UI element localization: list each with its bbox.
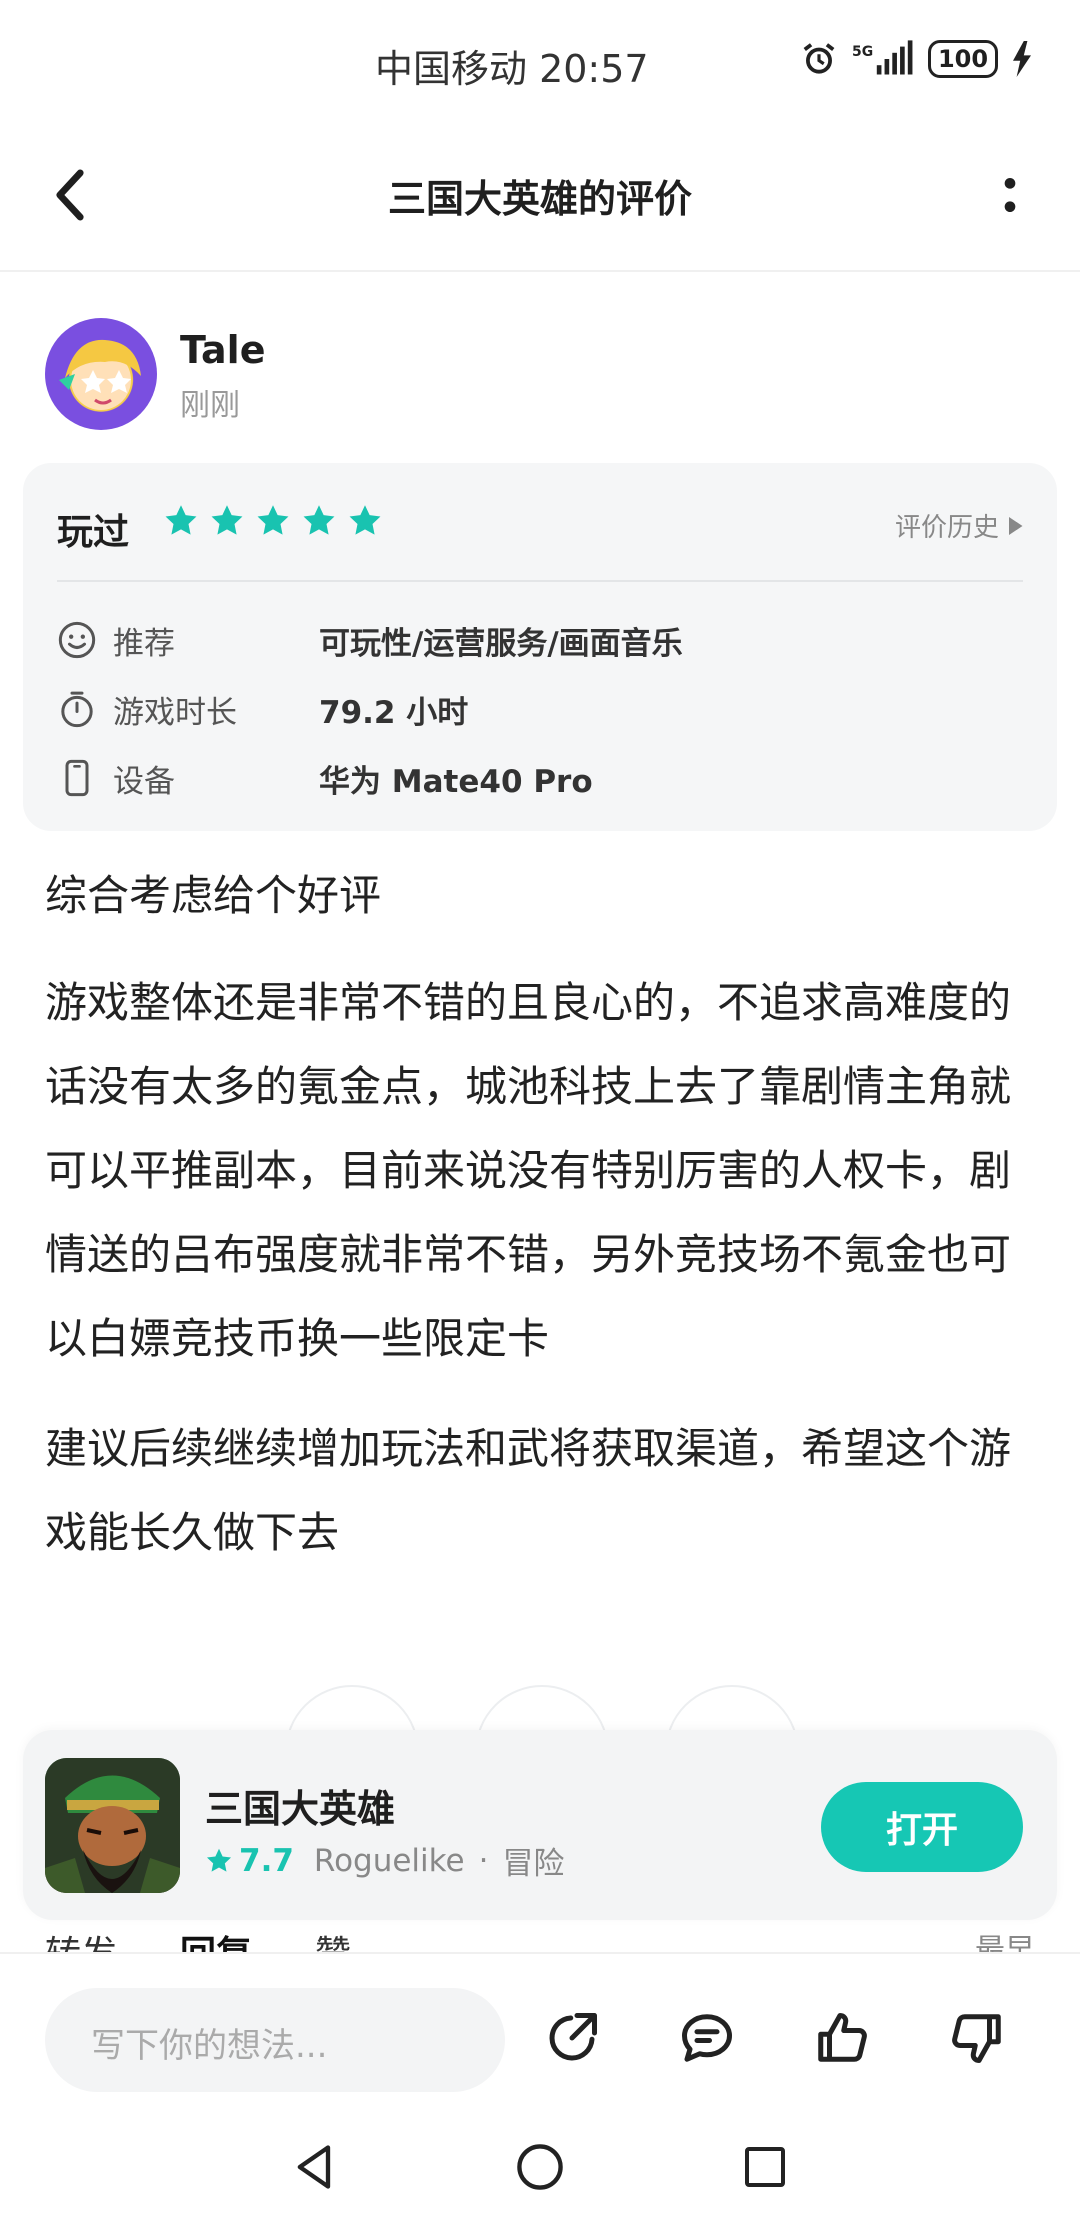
- nav-back-button[interactable]: [280, 2132, 350, 2202]
- game-app-card[interactable]: 三国大英雄 7.7 Roguelike · 冒险 打开: [23, 1730, 1057, 1920]
- rating-stars: [163, 503, 383, 539]
- review-history-label: 评价历史: [894, 513, 999, 543]
- tab-like[interactable]: 赞: [315, 1925, 351, 1953]
- card-divider: [57, 580, 1023, 582]
- review-info-card: 玩过 评价历史 推荐 可玩性/运营服务/画面音乐 游戏时长 79.2 小时 设备…: [23, 463, 1057, 831]
- playtime-label: 游戏时长: [113, 694, 237, 731]
- system-nav-bar: [0, 2102, 1080, 2228]
- tag-separator: ·: [478, 1842, 489, 1879]
- signal-5g-icon: 5G: [852, 40, 913, 75]
- review-paragraph: 游戏整体还是非常不错的且良心的，不追求高难度的话没有太多的氪金点，城池科技上去了…: [45, 978, 1012, 1363]
- recommend-label: 推荐: [113, 625, 175, 662]
- device-value: 华为 Mate40 Pro: [319, 763, 593, 800]
- sort-toggle[interactable]: 最早: [975, 1925, 1035, 1953]
- avatar-character-icon: [59, 339, 141, 410]
- tab-reply[interactable]: 回复: [180, 1925, 252, 1953]
- game-tag: 冒险: [502, 1846, 565, 1882]
- nav-home-button[interactable]: [505, 2132, 575, 2202]
- dislike-button[interactable]: [945, 2006, 1009, 2070]
- comment-bar: 写下你的想法...: [0, 1952, 1080, 2104]
- recommend-row: 推荐 可玩性/运营服务/画面音乐: [57, 615, 683, 665]
- star-icon: [349, 505, 381, 535]
- top-app-bar: 三国大英雄的评价: [0, 120, 1080, 272]
- star-icon: [165, 505, 197, 535]
- nav-recents-button[interactable]: [730, 2132, 800, 2202]
- smile-icon: [58, 621, 96, 659]
- review-paragraph: 综合考虑给个好评: [45, 871, 382, 920]
- more-options-button[interactable]: [980, 160, 1040, 230]
- svg-text:5G: 5G: [852, 44, 873, 60]
- charging-icon: [1013, 41, 1031, 77]
- username[interactable]: Tale: [180, 328, 265, 372]
- status-bar: 中国移动 20:57 5G 100: [0, 0, 1080, 120]
- guan-yu-portrait-icon: [45, 1758, 180, 1893]
- comment-button[interactable]: [675, 2006, 739, 2070]
- played-label: 玩过: [57, 512, 130, 553]
- triangle-back-icon: [297, 2145, 331, 2189]
- post-time: 刚刚: [180, 388, 240, 423]
- game-score: 7.7: [239, 1842, 294, 1879]
- star-icon: [303, 505, 335, 535]
- recommend-value: 可玩性/运营服务/画面音乐: [319, 625, 683, 662]
- circle-home-icon: [517, 2144, 563, 2190]
- carrier-time: 中国移动 20:57: [375, 47, 649, 91]
- review-paragraph: 建议后续继续增加玩法和武将获取渠道，希望这个游戏能长久做下去: [45, 1424, 1012, 1557]
- star-icon: [206, 1848, 232, 1872]
- avatar[interactable]: [45, 318, 157, 430]
- square-recents-icon: [745, 2147, 785, 2187]
- game-name[interactable]: 三国大英雄: [205, 1778, 395, 1833]
- thumbs-up-icon: [818, 2013, 867, 2062]
- playtime-value: 79.2 小时: [319, 694, 469, 731]
- game-icon: [45, 1758, 180, 1893]
- play-triangle-icon: [1009, 516, 1023, 535]
- comment-icon: [682, 2014, 732, 2062]
- share-icon: [549, 2013, 597, 2061]
- alarm-icon: [803, 43, 835, 74]
- thumbs-down-icon: [952, 2014, 1001, 2063]
- star-icon: [257, 505, 289, 535]
- review-history-link[interactable]: 评价历史: [895, 507, 1023, 544]
- star-icon: [211, 505, 243, 535]
- device-label: 设备: [113, 763, 175, 800]
- timer-icon: [61, 691, 93, 728]
- status-icons: 5G 100: [800, 40, 1032, 78]
- like-button[interactable]: [810, 2006, 874, 2070]
- comment-input[interactable]: 写下你的想法...: [45, 1988, 505, 2092]
- page-title: 三国大英雄的评价: [387, 177, 692, 221]
- device-row: 设备 华为 Mate40 Pro: [57, 753, 593, 803]
- battery-indicator: 100: [928, 40, 998, 78]
- open-button[interactable]: 打开: [821, 1782, 1023, 1872]
- game-tag: Roguelike: [313, 1842, 465, 1879]
- reaction-tabs: 转发 回复 赞 最早: [45, 1925, 1035, 1953]
- phone-icon: [65, 759, 89, 797]
- share-button[interactable]: [540, 2006, 604, 2070]
- game-meta: 7.7 Roguelike · 冒险: [205, 1838, 564, 1883]
- tab-forward[interactable]: 转发: [45, 1925, 117, 1953]
- playtime-row: 游戏时长 79.2 小时: [57, 684, 468, 734]
- more-vertical-icon: [1004, 178, 1016, 212]
- comment-placeholder: 写下你的想法...: [91, 2026, 328, 2066]
